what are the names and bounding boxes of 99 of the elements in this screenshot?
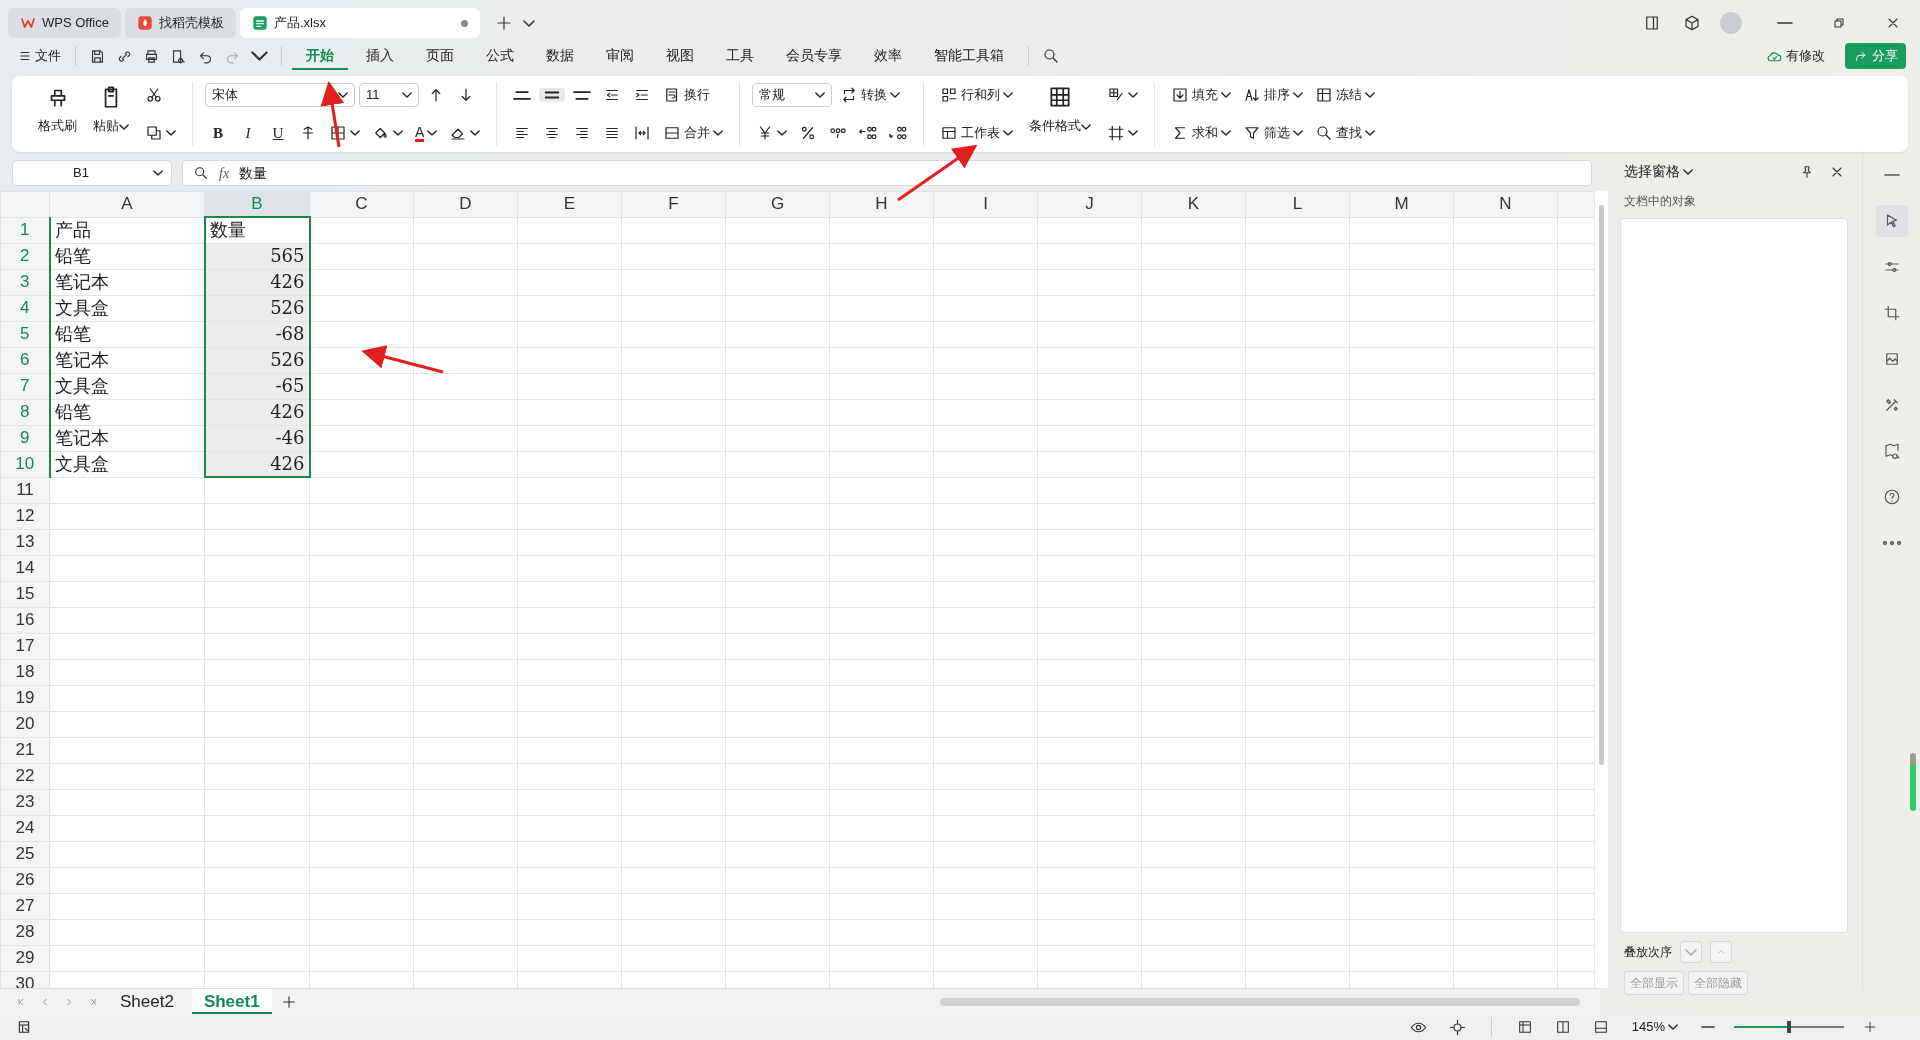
underline-button[interactable]: U	[265, 119, 291, 147]
freeze-button[interactable]: 冻结	[1311, 83, 1380, 107]
ribbon-tab[interactable]: 智能工具箱	[920, 42, 1018, 70]
column-header[interactable]: F	[621, 191, 726, 217]
ribbon-tab[interactable]: 公式	[472, 42, 528, 70]
column-header[interactable]: J	[1037, 191, 1142, 217]
filter-button[interactable]: 筛选	[1239, 121, 1308, 145]
share-button[interactable]: 分享	[1845, 43, 1906, 69]
window-tab[interactable]: 找稻壳模板	[124, 8, 236, 38]
row-header[interactable]: 5	[0, 321, 50, 347]
table-cell: -65	[204, 373, 310, 399]
order-label: 叠放次序	[1624, 944, 1672, 961]
ribbon-tab[interactable]: 视图	[652, 42, 708, 70]
row-header[interactable]: 16	[0, 607, 50, 633]
ribbon-tab[interactable]: 工具	[712, 42, 768, 70]
window-tab[interactable]: 产品.xlsx	[239, 8, 480, 38]
find-button[interactable]: 查找	[1311, 121, 1380, 145]
window-tab[interactable]: WPS Office	[8, 8, 121, 38]
ribbon-tab[interactable]: 效率	[860, 42, 916, 70]
table-cell: -46	[204, 425, 310, 451]
column-header[interactable]: H	[829, 191, 934, 217]
sync-status[interactable]: 有修改	[1762, 44, 1829, 68]
font-name-select[interactable]: 宋体	[205, 83, 355, 107]
table-cell: -68	[204, 321, 310, 347]
table-cell: 426	[204, 399, 310, 425]
ribbon-tab[interactable]: 页面	[412, 42, 468, 70]
table-cell: 526	[204, 295, 310, 321]
row-header[interactable]: 25	[0, 841, 50, 867]
table-cell: 426	[204, 451, 310, 477]
table-cell: 526	[204, 347, 310, 373]
row-header[interactable]: 13	[0, 529, 50, 555]
row-header[interactable]: 21	[0, 737, 50, 763]
column-header[interactable]: L	[1245, 191, 1350, 217]
zoom-dropdown[interactable]: 145%	[1627, 1015, 1682, 1039]
row-header[interactable]: 15	[0, 581, 50, 607]
row-header[interactable]: 20	[0, 711, 50, 737]
column-header[interactable]: N	[1453, 191, 1558, 217]
italic-button[interactable]: I	[235, 119, 261, 147]
pane-title-dropdown[interactable]: 选择窗格	[1620, 159, 1697, 184]
ribbon-tab[interactable]: 审阅	[592, 42, 648, 70]
row-header[interactable]: 7	[0, 373, 50, 399]
function-label[interactable]: fx	[219, 162, 230, 184]
row-header[interactable]: 1	[0, 217, 50, 243]
table-cell: 565	[204, 243, 310, 269]
ribbon-tab[interactable]: 会员专享	[772, 42, 856, 70]
row-header[interactable]: 24	[0, 815, 50, 841]
row-header[interactable]: 19	[0, 685, 50, 711]
worksheet-button[interactable]: 工作表	[936, 121, 1018, 145]
row-header[interactable]: 3	[0, 269, 50, 295]
row-header[interactable]: 2	[0, 243, 50, 269]
sheet-tab[interactable]: Sheet1	[191, 989, 272, 1014]
row-header[interactable]: 4	[0, 295, 50, 321]
merge-button[interactable]: 合并	[659, 121, 728, 145]
row-header[interactable]: 27	[0, 893, 50, 919]
conditional-format-button[interactable]: 条件格式	[1025, 82, 1096, 146]
ribbon-tab[interactable]: 数据	[532, 42, 588, 70]
number-format-select[interactable]: 常规	[752, 83, 833, 107]
pane-subtitle: 文档中的对象	[1623, 193, 1697, 210]
row-header[interactable]: 17	[0, 633, 50, 659]
row-header[interactable]: 6	[0, 347, 50, 373]
column-header[interactable]: C	[309, 191, 414, 217]
row-header[interactable]: 22	[0, 763, 50, 789]
ribbon-tab[interactable]: 插入	[352, 42, 408, 70]
formula-input[interactable]: fx 数量	[182, 160, 1592, 186]
file-menu[interactable]: 文件	[14, 44, 65, 68]
rows-columns-button[interactable]: 行和列	[936, 83, 1018, 107]
cell-name-box[interactable]: B1	[12, 160, 172, 186]
bold-button[interactable]: B	[205, 119, 231, 147]
font-color-button[interactable]: A	[411, 122, 442, 144]
column-header[interactable]: A	[49, 191, 205, 217]
paste-button[interactable]: 粘贴	[89, 82, 133, 146]
column-header[interactable]: I	[933, 191, 1038, 217]
column-header[interactable]: G	[725, 191, 830, 217]
row-header[interactable]: 10	[0, 451, 50, 477]
wrap-text-button[interactable]: 换行	[659, 83, 715, 107]
row-header[interactable]: 8	[0, 399, 50, 425]
row-header[interactable]: 26	[0, 867, 50, 893]
row-header[interactable]: 18	[0, 659, 50, 685]
column-header[interactable]: M	[1349, 191, 1454, 217]
ribbon-tab[interactable]: 开始	[292, 42, 348, 70]
row-header[interactable]: 29	[0, 945, 50, 971]
convert-button[interactable]: 转换	[836, 83, 905, 107]
column-header[interactable]: E	[517, 191, 622, 217]
row-header[interactable]: 11	[0, 477, 50, 503]
row-header[interactable]: 12	[0, 503, 50, 529]
table-cell: 数量	[204, 217, 310, 243]
row-header[interactable]: 14	[0, 555, 50, 581]
sort-button[interactable]: 排序	[1239, 83, 1308, 107]
row-header[interactable]: 28	[0, 919, 50, 945]
sum-button[interactable]: 求和	[1167, 121, 1236, 145]
sheet-tab[interactable]: Sheet2	[108, 989, 186, 1014]
format-painter-button[interactable]: 格式刷	[34, 82, 81, 146]
row-header[interactable]: 23	[0, 789, 50, 815]
font-size-select[interactable]: 11	[359, 83, 419, 107]
table-cell: 426	[204, 269, 310, 295]
fill-button[interactable]: 填充	[1167, 83, 1236, 107]
row-header[interactable]: 9	[0, 425, 50, 451]
column-header[interactable]: K	[1141, 191, 1246, 217]
column-header[interactable]: D	[413, 191, 518, 217]
